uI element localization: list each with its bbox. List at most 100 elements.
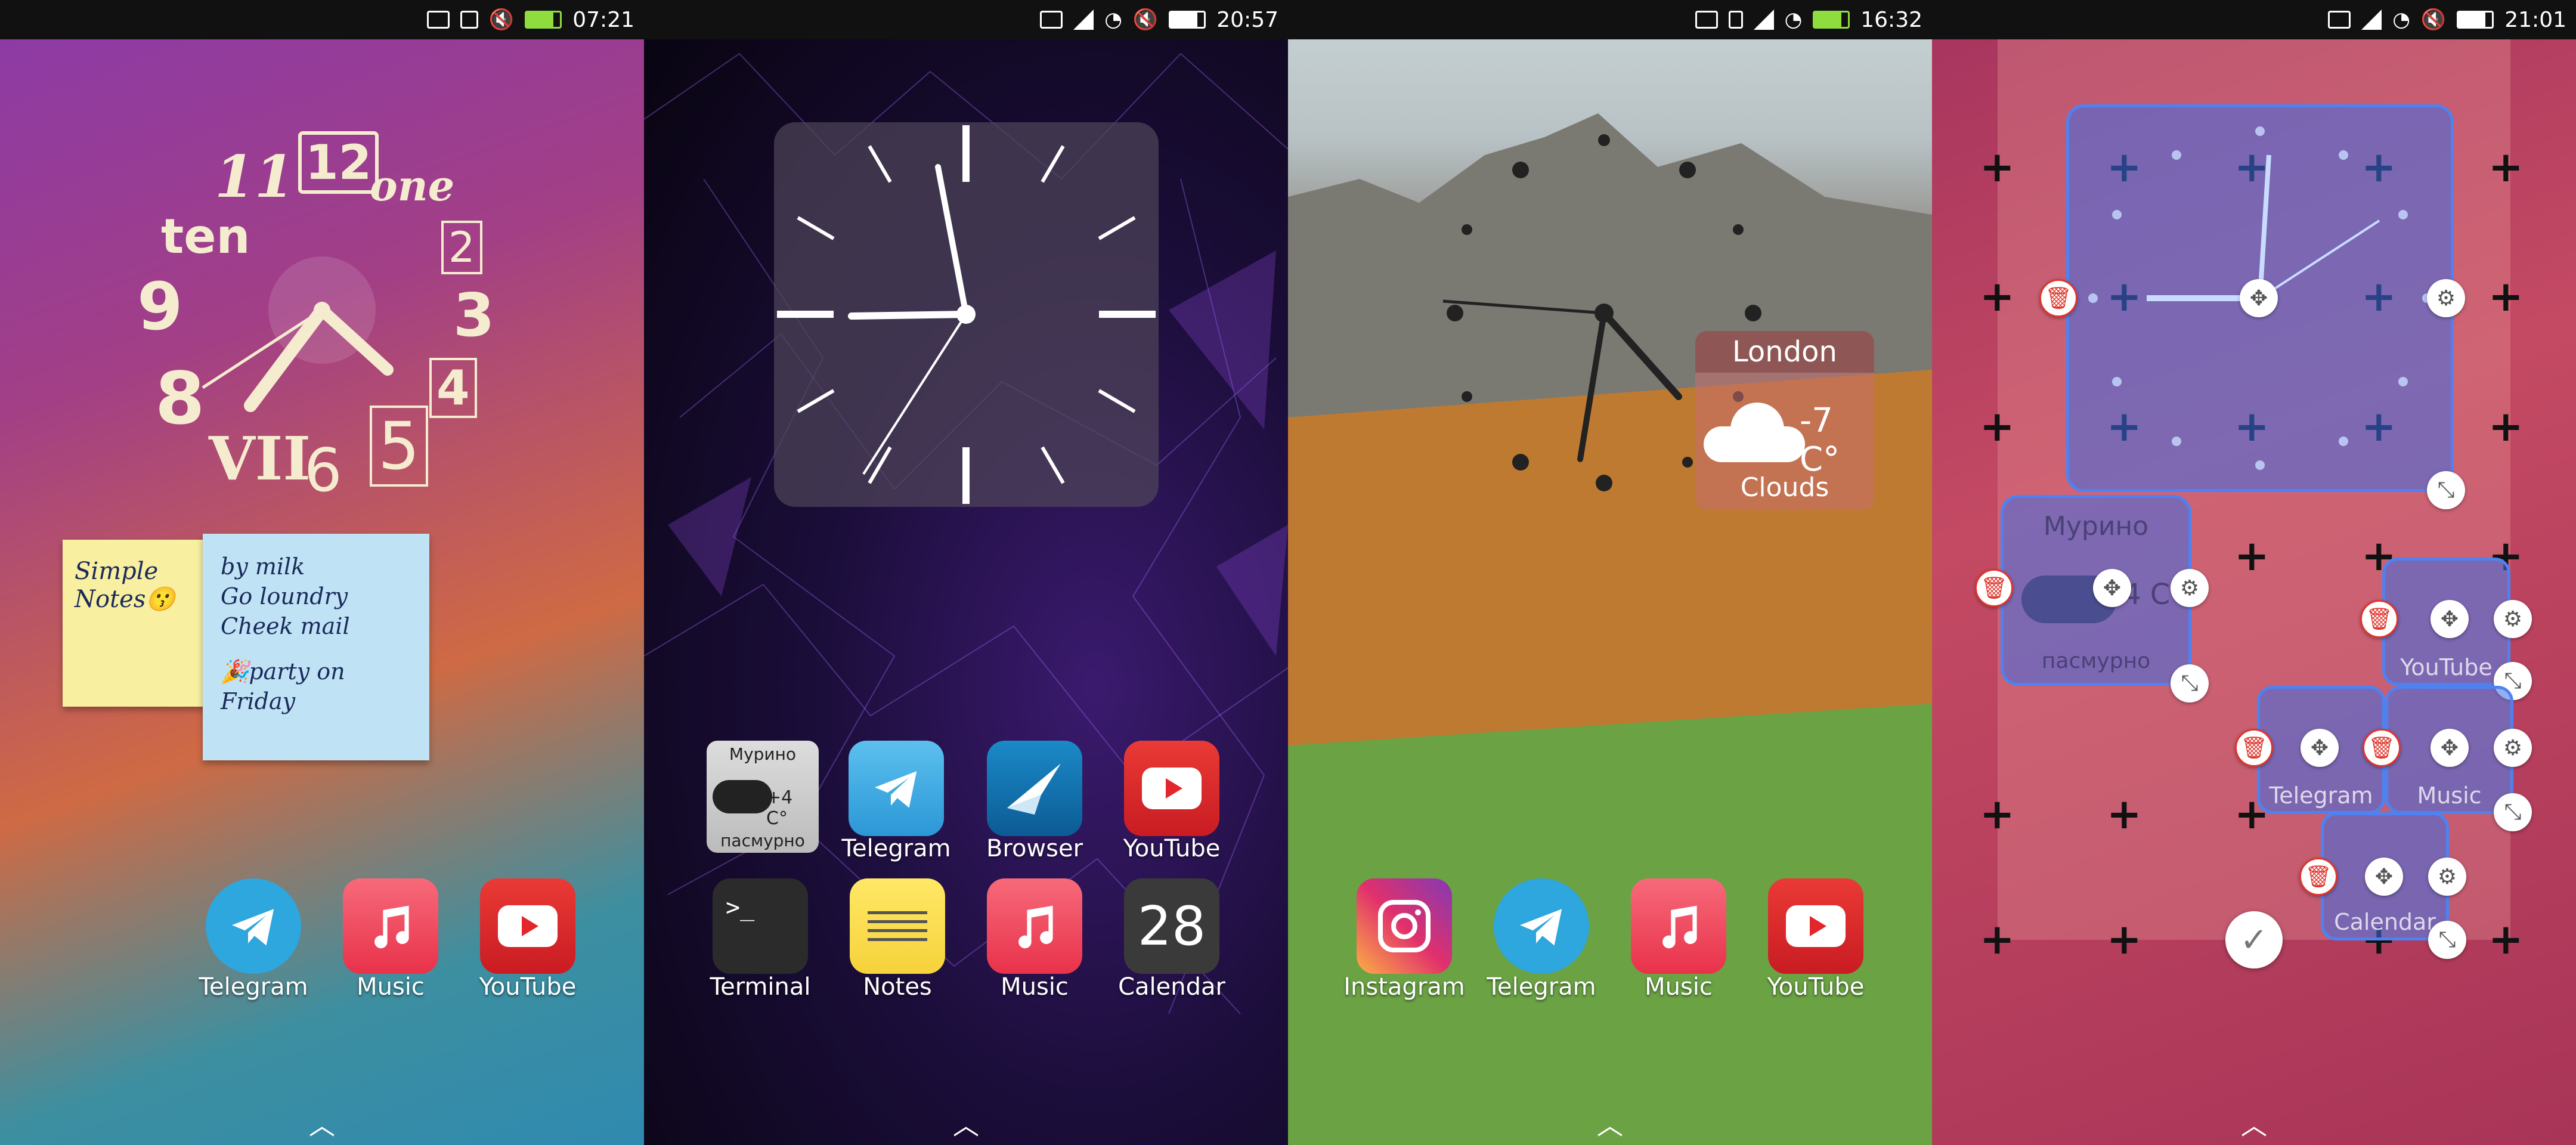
delete-weather-button[interactable]: 🗑 (1975, 569, 2013, 607)
youtube-icon (1768, 878, 1863, 974)
clock-numeral: VII (209, 423, 311, 494)
weather-temp: -7 C° (1800, 401, 1840, 479)
calendar-settings-button[interactable]: ⚙ (2428, 858, 2466, 896)
weather-city: Мурино (2043, 511, 2149, 541)
app-label: Telegram (199, 973, 308, 1001)
status-time: 07:21 (572, 7, 634, 32)
weather-city: Мурино (729, 744, 797, 764)
move-calendar-handle[interactable]: ✥ (2365, 858, 2403, 896)
battery-icon (2457, 11, 2494, 29)
clock-numeral: 12 (298, 131, 379, 194)
delete-youtube-button[interactable]: 🗑 (2360, 600, 2398, 638)
status-bar: ◔ 🔇 20:57 (644, 0, 1288, 39)
app-label: Browser (986, 835, 1083, 862)
weather-settings-button[interactable]: ⚙ (2171, 569, 2209, 607)
delete-music-button[interactable]: 🗑 (2363, 729, 2401, 767)
home-screen-3: ◔ 16:32 London -7 C° Clouds Instagram Te… (1288, 0, 1932, 1145)
status-bar: 🔇 07:21 (0, 0, 644, 39)
second-hand (862, 313, 967, 475)
app-label: Calendar (1118, 973, 1225, 1001)
delete-telegram-button[interactable]: 🗑 (2235, 729, 2273, 767)
move-music-handle[interactable]: ✥ (2431, 729, 2469, 767)
clock-numeral: 6 (304, 435, 342, 505)
telegram-icon (1494, 878, 1589, 974)
edit-label: Telegram (2269, 782, 2373, 809)
music-icon (1631, 878, 1726, 974)
app-label: YouTube (479, 973, 577, 1001)
analog-clock (777, 125, 1156, 504)
youtube-settings-button[interactable]: ⚙ (2494, 600, 2532, 638)
music-icon (343, 878, 438, 974)
note-line: 🎉party on (221, 658, 345, 685)
chevron-up-icon[interactable]: ︿ (1586, 1113, 1634, 1139)
app-label: Music (1645, 973, 1713, 1001)
delete-clock-button[interactable]: 🗑 (2039, 279, 2077, 317)
weather-widget[interactable]: London -7 C° Clouds (1695, 331, 1874, 510)
instagram-icon (1357, 878, 1452, 974)
youtube-icon (1124, 741, 1219, 836)
mute-icon: 🔇 (2420, 8, 2447, 32)
clock-numeral: ten (161, 209, 250, 264)
telegram-icon (206, 878, 301, 974)
chevron-up-icon[interactable]: ︿ (2230, 1113, 2278, 1139)
clock-numeral: 2 (441, 221, 482, 274)
minute-hand (1577, 310, 1607, 462)
app-label: Terminal (710, 973, 811, 1001)
clock-widget[interactable]: 11 12 one ten 2 9 3 8 4 VII 6 5 (131, 119, 513, 505)
app-label: YouTube (1767, 973, 1865, 1001)
clock-numeral: 9 (137, 268, 183, 345)
edit-label: Music (2417, 782, 2482, 809)
signal-icon (1753, 10, 1774, 30)
weather-widget-small[interactable]: Мурино +4 C° пасмурно (707, 741, 819, 853)
hour-hand (1600, 310, 1682, 400)
move-weather-handle[interactable]: ✥ (2093, 569, 2131, 607)
resize-clock-handle[interactable]: ⤡ (2427, 471, 2465, 509)
battery-icon (1813, 11, 1850, 29)
chevron-up-icon[interactable]: ︿ (942, 1113, 990, 1139)
music-settings-button[interactable]: ⚙ (2494, 729, 2532, 767)
resize-calendar-handle[interactable]: ⤡ (2428, 921, 2466, 959)
battery-icon (525, 11, 562, 29)
mute-icon: 🔇 (1132, 8, 1159, 32)
weather-condition: пасмурно (2041, 649, 2151, 673)
signal-icon (2361, 10, 2382, 30)
status-bar: ◔ 16:32 (1288, 0, 1932, 39)
done-button[interactable]: ✓ (2225, 911, 2283, 968)
move-clock-handle[interactable]: ✥ (2240, 279, 2278, 317)
resize-weather-handle[interactable]: ⤡ (2171, 664, 2209, 703)
status-bar: ◔ 🔇 21:01 (1932, 0, 2576, 39)
second-hand (2259, 219, 2380, 299)
mute-icon: 🔇 (488, 8, 515, 32)
move-telegram-handle[interactable]: ✥ (2301, 729, 2339, 767)
clock-numeral: 8 (155, 358, 205, 441)
chevron-up-icon[interactable]: ︿ (298, 1113, 346, 1139)
note-right: by milk Go loundry Cheek mail 🎉party on … (203, 534, 429, 760)
edit-label: YouTube (2400, 654, 2493, 680)
clock-settings-button[interactable]: ⚙ (2427, 279, 2465, 317)
bluetooth-icon (1728, 11, 1743, 29)
second-hand (1442, 299, 1605, 315)
weather-city: London (1695, 331, 1874, 373)
edit-label: Calendar (2334, 909, 2436, 935)
weather-condition: Clouds (1740, 472, 1829, 503)
clock-widget[interactable] (774, 122, 1159, 507)
mail-icon (426, 11, 450, 29)
weather-condition: пасмурно (720, 831, 805, 850)
battery-icon (1169, 11, 1206, 29)
home-screen-edit-mode: ◔ 🔇 21:01 +++++ +++++ +++++ +++ +++ ++++… (1932, 0, 2576, 1145)
app-label: YouTube (1123, 835, 1221, 862)
music-icon (987, 878, 1082, 974)
minute-hand (935, 164, 969, 317)
youtube-icon (480, 878, 575, 974)
wifi-icon: ◔ (1104, 8, 1122, 32)
notes-widget[interactable]: Simple Notes😗 by milk Go loundry Cheek m… (63, 534, 438, 766)
terminal-glyph: >_ (726, 894, 755, 921)
app-indicator-icon (460, 11, 478, 29)
resize-music-handle[interactable]: ⤡ (2494, 793, 2532, 831)
delete-calendar-button[interactable]: 🗑 (2299, 858, 2337, 896)
move-youtube-handle[interactable]: ✥ (2431, 600, 2469, 638)
calendar-date: 28 (1137, 895, 1206, 958)
notes-icon (850, 878, 945, 974)
status-time: 16:32 (1860, 7, 1922, 32)
signal-icon (1073, 10, 1094, 30)
